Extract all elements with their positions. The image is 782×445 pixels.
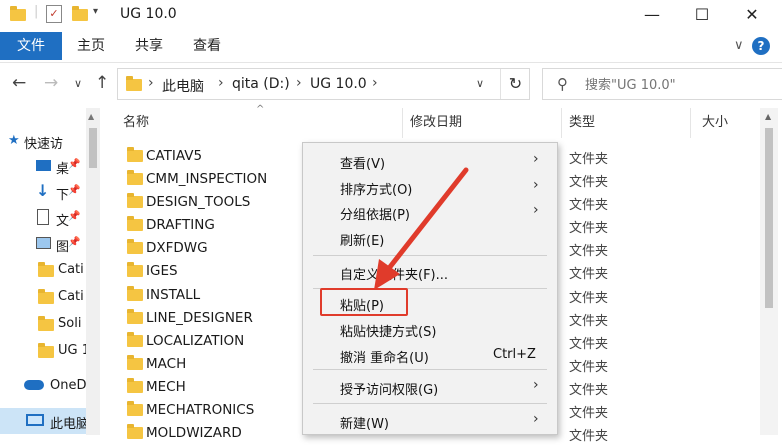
annotation-arrow-icon bbox=[374, 167, 469, 290]
